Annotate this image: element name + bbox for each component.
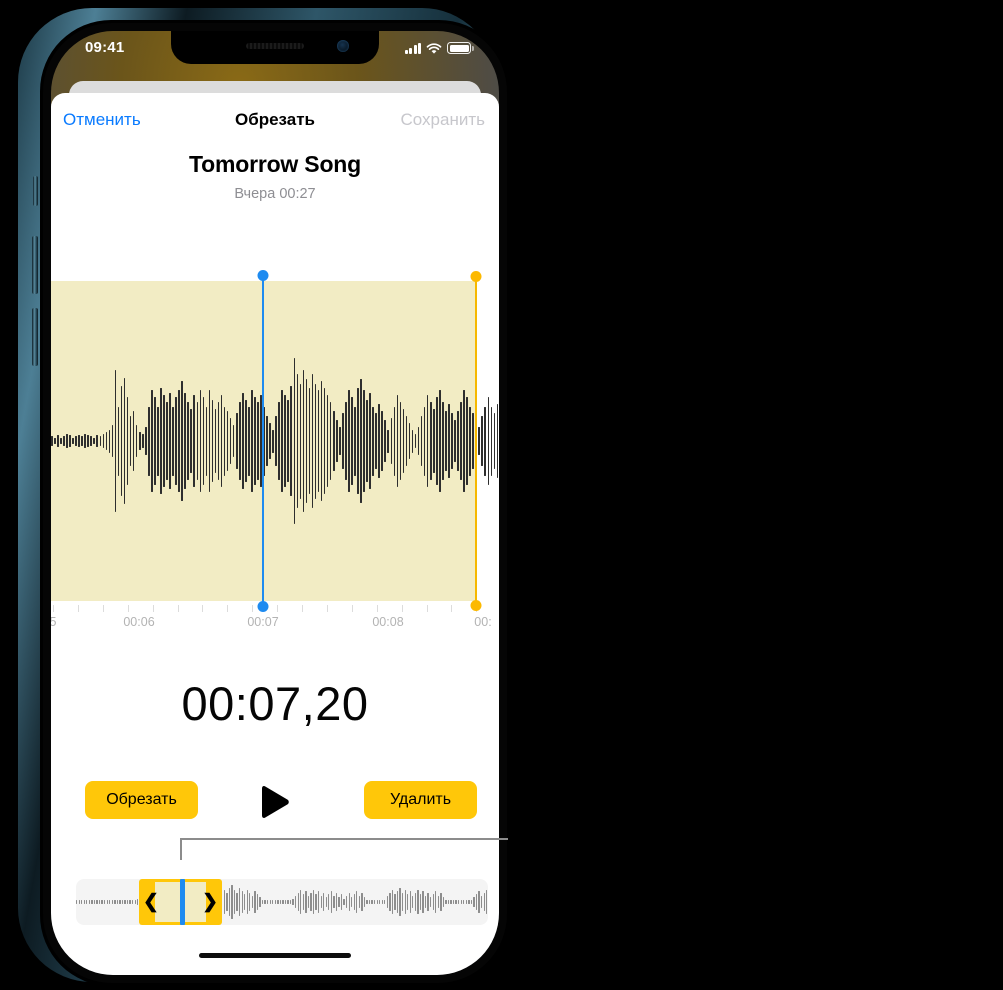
status-bar-time: 09:41 <box>85 39 125 56</box>
trim-sheet: Отменить Обрезать Сохранить Tomorrow Son… <box>51 93 499 975</box>
chevron-right-icon[interactable]: ❯ <box>202 893 218 912</box>
callout-leader-horizontal <box>180 838 508 840</box>
home-indicator[interactable] <box>199 953 351 958</box>
ruler-tick <box>252 605 254 612</box>
ruler-label: 5 <box>51 615 57 629</box>
save-button[interactable]: Сохранить <box>401 110 485 130</box>
ruler-tick <box>127 605 129 612</box>
ruler-label: 00:06 <box>123 615 155 629</box>
ruler-tick <box>102 605 104 612</box>
delete-button[interactable]: Удалить <box>364 781 477 819</box>
earpiece-speaker-icon <box>246 43 304 49</box>
chevron-left-icon[interactable]: ❮ <box>143 893 159 912</box>
screenshot-root: 09:41 Отменить Обрезать Сохранить Tomorr… <box>0 0 1003 990</box>
phone-screen: 09:41 Отменить Обрезать Сохранить Tomorr… <box>51 31 499 975</box>
ruler-tick <box>326 605 328 612</box>
ruler-label: 00:08 <box>372 615 404 629</box>
ruler-tick <box>227 605 229 612</box>
scrubber-container[interactable]: ❮ ❯ <box>76 879 488 925</box>
scrubber-waveform <box>76 879 488 925</box>
cellular-signal-icon <box>404 42 421 54</box>
notch <box>171 31 379 64</box>
callout-leader-vertical <box>180 838 182 860</box>
ruler-tick <box>376 605 378 612</box>
phone-frame: 09:41 Отменить Обрезать Сохранить Tomorr… <box>18 8 510 986</box>
ruler-tick <box>401 605 403 612</box>
waveform-bars <box>51 281 499 601</box>
ruler-tick <box>53 605 54 612</box>
ruler-tick <box>302 605 303 612</box>
navigation-bar: Отменить Обрезать Сохранить <box>51 93 499 149</box>
play-button[interactable] <box>252 781 298 823</box>
ruler-tick <box>152 605 154 612</box>
play-icon <box>262 786 289 818</box>
recording-title: Tomorrow Song <box>188 151 361 177</box>
current-time-display: 00:07,20 <box>181 677 369 730</box>
control-bar: Обрезать Удалить <box>51 781 499 823</box>
ruler-tick <box>451 605 453 612</box>
trim-button[interactable]: Обрезать <box>85 781 198 819</box>
ruler-tick <box>77 605 79 612</box>
playhead[interactable] <box>262 273 265 609</box>
battery-icon <box>447 42 474 54</box>
volume-up-button[interactable] <box>32 236 38 294</box>
waveform-editor[interactable] <box>51 273 499 609</box>
ruler-tick <box>277 605 279 612</box>
ruler-tick <box>351 605 353 612</box>
ruler-label: 00:07 <box>247 615 279 629</box>
volume-down-button[interactable] <box>32 308 38 366</box>
time-ruler: 5 00:06 00:07 00:08 00: <box>51 605 499 635</box>
trim-handle-right[interactable] <box>475 273 477 609</box>
status-bar-indicators <box>404 40 474 54</box>
wifi-icon <box>426 42 442 54</box>
ruler-tick <box>202 605 204 612</box>
scrubber-track[interactable]: ❮ ❯ <box>76 879 488 925</box>
front-camera-icon <box>337 40 349 52</box>
ruler-tick <box>426 605 428 612</box>
ruler-label: 00: <box>474 615 492 629</box>
scrubber-playhead[interactable] <box>180 879 185 925</box>
mute-switch-button[interactable] <box>33 176 38 206</box>
ruler-tick <box>177 605 179 612</box>
recording-subtitle: Вчера 00:27 <box>234 186 316 202</box>
